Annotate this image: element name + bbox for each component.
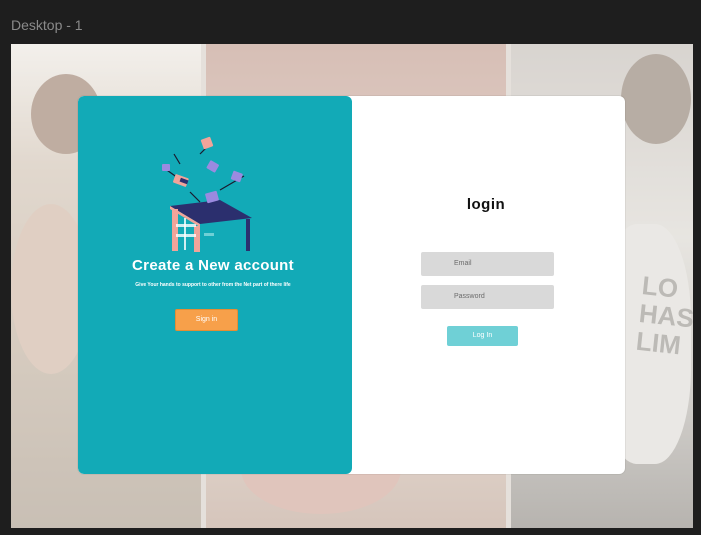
create-account-panel: Create a New account Give Your hands to …	[78, 96, 352, 474]
password-field[interactable]: Password	[421, 285, 554, 309]
log-in-button[interactable]: Log In	[447, 326, 518, 346]
sign-in-button[interactable]: Sign in	[175, 309, 238, 331]
create-account-subtitle: Give Your hands to support to other from…	[135, 282, 291, 288]
auth-card: Create a New account Give Your hands to …	[78, 96, 625, 474]
donation-box-illustration	[162, 136, 252, 252]
email-field[interactable]: Email	[421, 252, 554, 276]
login-title: login	[466, 196, 506, 213]
frame-label: Desktop - 1	[11, 17, 83, 33]
create-account-title: Create a New account	[132, 257, 294, 274]
